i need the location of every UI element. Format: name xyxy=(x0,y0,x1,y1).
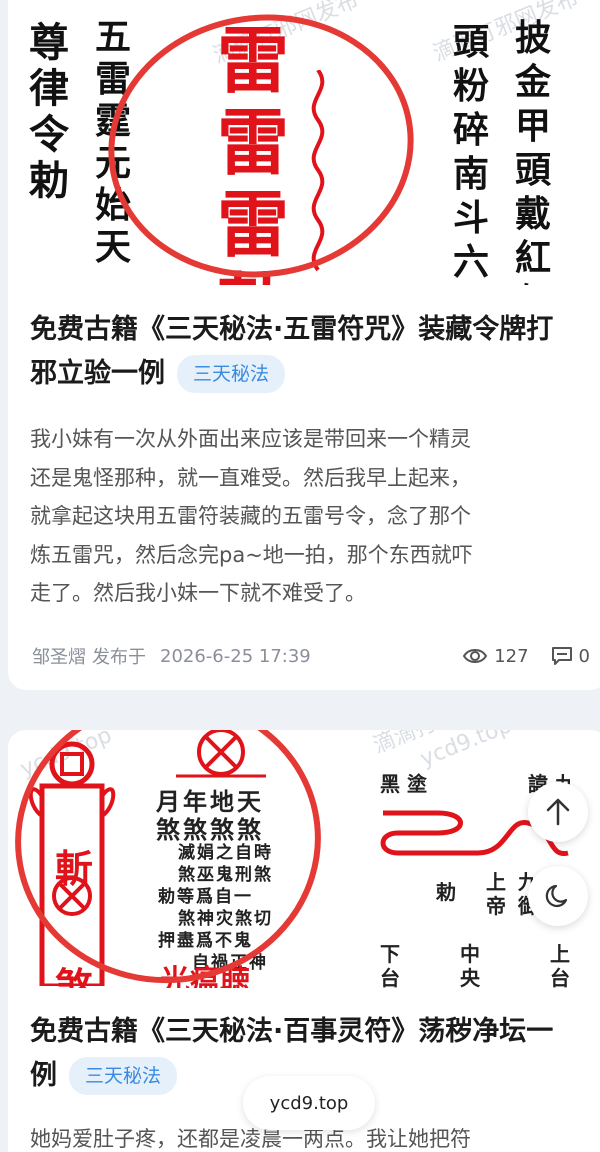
eye-icon xyxy=(463,649,488,663)
excerpt-line: 还是鬼怪那种，就一直难受。然后我早上起来， xyxy=(30,465,471,490)
talisman-label: 黑 塗 xyxy=(380,772,427,796)
article-card[interactable]: 滴滴打邪网发布 滴滴打邪网发布 尊律令勅 五雷霆元始天 雷雷雷勅 頭粉碎南斗六郎… xyxy=(8,0,600,690)
excerpt-line: 走了。然后我小妹一下就不难受了。 xyxy=(30,581,366,605)
view-count: 127 xyxy=(494,645,529,667)
article-thumbnail[interactable]: ycd9.top 滴滴打邪网发布 ycd9.top 斬煞 月年地天 煞煞煞煞 滅… xyxy=(8,730,600,988)
article-thumbnail[interactable]: 滴滴打邪网发布 滴滴打邪网发布 尊律令勅 五雷霆元始天 雷雷雷勅 頭粉碎南斗六郎… xyxy=(8,0,600,285)
excerpt-line: 我小妹有一次从外面出来应该是带回来一个精灵 xyxy=(30,427,471,451)
site-label-pill[interactable]: ycd9.top xyxy=(243,1076,375,1130)
back-to-top-button[interactable] xyxy=(528,782,588,842)
talisman-label: 上帝 xyxy=(486,870,506,918)
category-tag[interactable]: 三天秘法 xyxy=(177,355,286,393)
talisman-label: 下台 xyxy=(380,942,400,988)
article-meta: 邹圣熠 发布于 2026-6-25 17:39 127 0 xyxy=(32,643,590,669)
annotation-circle-icon xyxy=(108,14,414,278)
article-title-line: 例 xyxy=(30,1060,57,1091)
talisman-text-column: 披金甲頭戴紅盔 xyxy=(514,17,551,285)
article-title-line: 免费古籍《三天秘法·五雷符咒》装藏令牌打 xyxy=(30,314,554,345)
comment-count: 0 xyxy=(578,645,590,667)
talisman-text-column: 尊律令勅 xyxy=(29,19,69,204)
arrow-up-icon xyxy=(546,798,570,826)
published-label: 发布于 xyxy=(92,647,146,668)
talisman-label: 上台 xyxy=(550,942,570,988)
talisman-label: 中央 xyxy=(460,942,480,988)
talisman-text-column: 頭粉碎南斗六郎 xyxy=(452,21,489,283)
annotation-circle-icon xyxy=(15,730,321,984)
article-title-line: 邪立验一例 xyxy=(30,358,165,389)
theme-toggle-button[interactable] xyxy=(528,866,588,926)
excerpt-line: 炼五雷咒，然后念完pa~地一拍，那个东西就吓 xyxy=(30,542,473,567)
author-name[interactable]: 邹圣熠 xyxy=(32,643,86,669)
article-title[interactable]: 免费古籍《三天秘法·五雷符咒》装藏令牌打 邪立验一例 三天秘法 xyxy=(30,308,568,396)
excerpt-line: 就拿起这块用五雷符装藏的五雷号令，念了那个 xyxy=(30,504,471,528)
article-title-line: 免费古籍《三天秘法·百事灵符》荡秽净坛一 xyxy=(30,1016,554,1047)
article-excerpt: 我小妹有一次从外面出来应该是带回来一个精灵 还是鬼怪那种，就一直难受。然后我早上… xyxy=(30,420,580,613)
publish-date: 2026-6-25 17:39 xyxy=(160,645,311,667)
moon-icon xyxy=(545,884,568,908)
category-tag[interactable]: 三天秘法 xyxy=(69,1057,178,1095)
talisman-label: 勅 xyxy=(436,880,456,904)
comment-icon xyxy=(551,647,572,665)
